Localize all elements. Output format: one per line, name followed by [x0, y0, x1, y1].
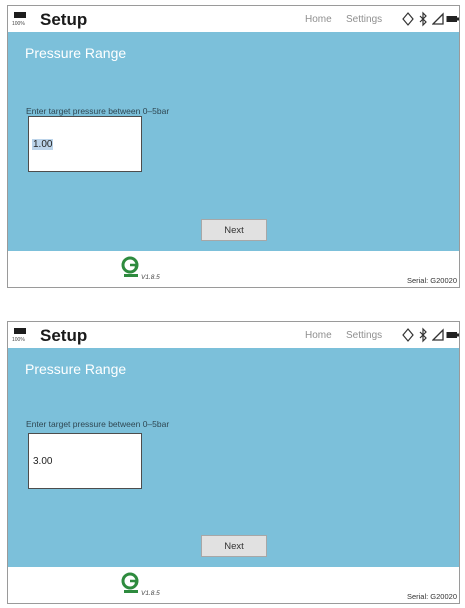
logo-icon [121, 256, 139, 277]
settings-link[interactable]: Settings [346, 14, 382, 25]
pressure-value: 1.00 [32, 139, 54, 150]
top-bar: 100% Setup Home Settings [8, 322, 459, 348]
version-label: V1.8.5 [141, 590, 160, 597]
pressure-prompt: Enter target pressure between 0–5bar [26, 106, 170, 116]
home-link[interactable]: Home [305, 14, 332, 25]
serial-label: Serial: G20020 [406, 276, 457, 285]
serial-label: Serial: G20020 [406, 592, 457, 601]
battery-full-icon [446, 332, 459, 338]
content-panel: Pressure Range Enter target pressure bet… [8, 32, 459, 253]
logo-icon [121, 572, 139, 593]
version-label: V1.8.5 [141, 274, 160, 281]
pressure-input[interactable]: 3.00 [28, 433, 142, 489]
device-screen-2: 100% Setup Home Settings Pressure Range … [7, 321, 460, 604]
footer: V1.8.5 Serial: G20020 [8, 567, 459, 603]
panel-title: Pressure Range [25, 361, 127, 377]
device-screen-1: 100% Setup Home Settings Pressure Range … [7, 5, 460, 288]
pressure-input[interactable]: 1.00 [28, 116, 142, 172]
battery-full-icon [446, 16, 459, 22]
status-icons [398, 11, 459, 27]
next-button[interactable]: Next [201, 535, 267, 557]
location-icon [402, 328, 414, 342]
status-icons [398, 327, 459, 343]
battery-icon: 100% [12, 327, 27, 344]
home-link[interactable]: Home [305, 330, 332, 341]
pressure-prompt: Enter target pressure between 0–5bar [26, 419, 170, 429]
panel-title: Pressure Range [25, 45, 127, 61]
signal-icon [432, 328, 444, 341]
top-bar: 100% Setup Home Settings [8, 6, 459, 32]
pressure-value: 3.00 [33, 456, 53, 467]
next-button[interactable]: Next [201, 219, 267, 241]
settings-link[interactable]: Settings [346, 330, 382, 341]
battery-percent: 100% [12, 337, 25, 343]
signal-icon [432, 12, 444, 25]
bluetooth-icon [419, 327, 427, 343]
page-title: Setup [40, 10, 88, 29]
bluetooth-icon [419, 11, 427, 27]
page-title: Setup [40, 326, 88, 345]
battery-icon: 100% [12, 11, 27, 28]
content-panel: Pressure Range Enter target pressure bet… [8, 348, 459, 569]
footer: V1.8.5 Serial: G20020 [8, 251, 459, 287]
location-icon [402, 12, 414, 26]
battery-percent: 100% [12, 21, 25, 27]
